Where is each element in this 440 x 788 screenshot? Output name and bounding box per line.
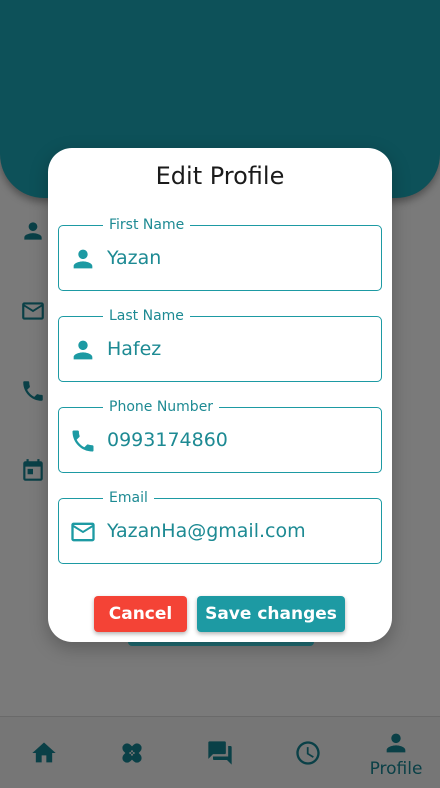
last-name-field[interactable]: Last Name Hafez	[58, 307, 382, 382]
nav-label-profile: Profile	[369, 759, 423, 779]
person-icon	[69, 245, 97, 273]
edit-profile-dialog: Edit Profile First Name Yazan Last Name …	[48, 148, 392, 642]
phone-number-input[interactable]: 0993174860	[107, 428, 367, 452]
phone-icon	[20, 378, 46, 404]
nav-item-profile[interactable]: Profile	[352, 717, 440, 788]
first-name-field[interactable]: First Name Yazan	[58, 216, 382, 291]
last-name-label: Last Name	[103, 307, 190, 325]
phone-icon	[69, 427, 97, 455]
chat-icon	[208, 740, 232, 765]
email-input[interactable]: YazanHa@gmail.com	[107, 519, 367, 543]
first-name-label: First Name	[103, 216, 191, 234]
nav-item-chat[interactable]	[176, 717, 264, 788]
bottom-nav: Profile	[0, 716, 440, 788]
nav-item-treatments[interactable]	[88, 717, 176, 788]
cancel-button[interactable]: Cancel	[94, 596, 187, 632]
nav-item-history[interactable]	[264, 717, 352, 788]
profile-icon	[386, 733, 406, 753]
email-icon	[69, 518, 97, 546]
save-changes-button[interactable]: Save changes	[197, 596, 345, 632]
last-name-input[interactable]: Hafez	[107, 337, 367, 361]
person-icon	[20, 218, 46, 244]
clock-icon	[296, 740, 320, 765]
dialog-actions: Cancel Save changes	[48, 596, 392, 632]
person-icon	[69, 336, 97, 364]
phone-number-label: Phone Number	[103, 398, 220, 416]
first-name-input[interactable]: Yazan	[107, 246, 367, 270]
phone-number-field[interactable]: Phone Number 0993174860	[58, 398, 382, 473]
email-field[interactable]: Email YazanHa@gmail.com	[58, 489, 382, 564]
dialog-title: Edit Profile	[155, 162, 285, 190]
nav-item-home[interactable]	[0, 717, 88, 788]
calendar-icon	[20, 458, 46, 484]
home-icon	[32, 742, 56, 762]
email-icon	[20, 298, 46, 324]
email-label: Email	[103, 489, 154, 507]
bandage-icon	[122, 742, 142, 763]
